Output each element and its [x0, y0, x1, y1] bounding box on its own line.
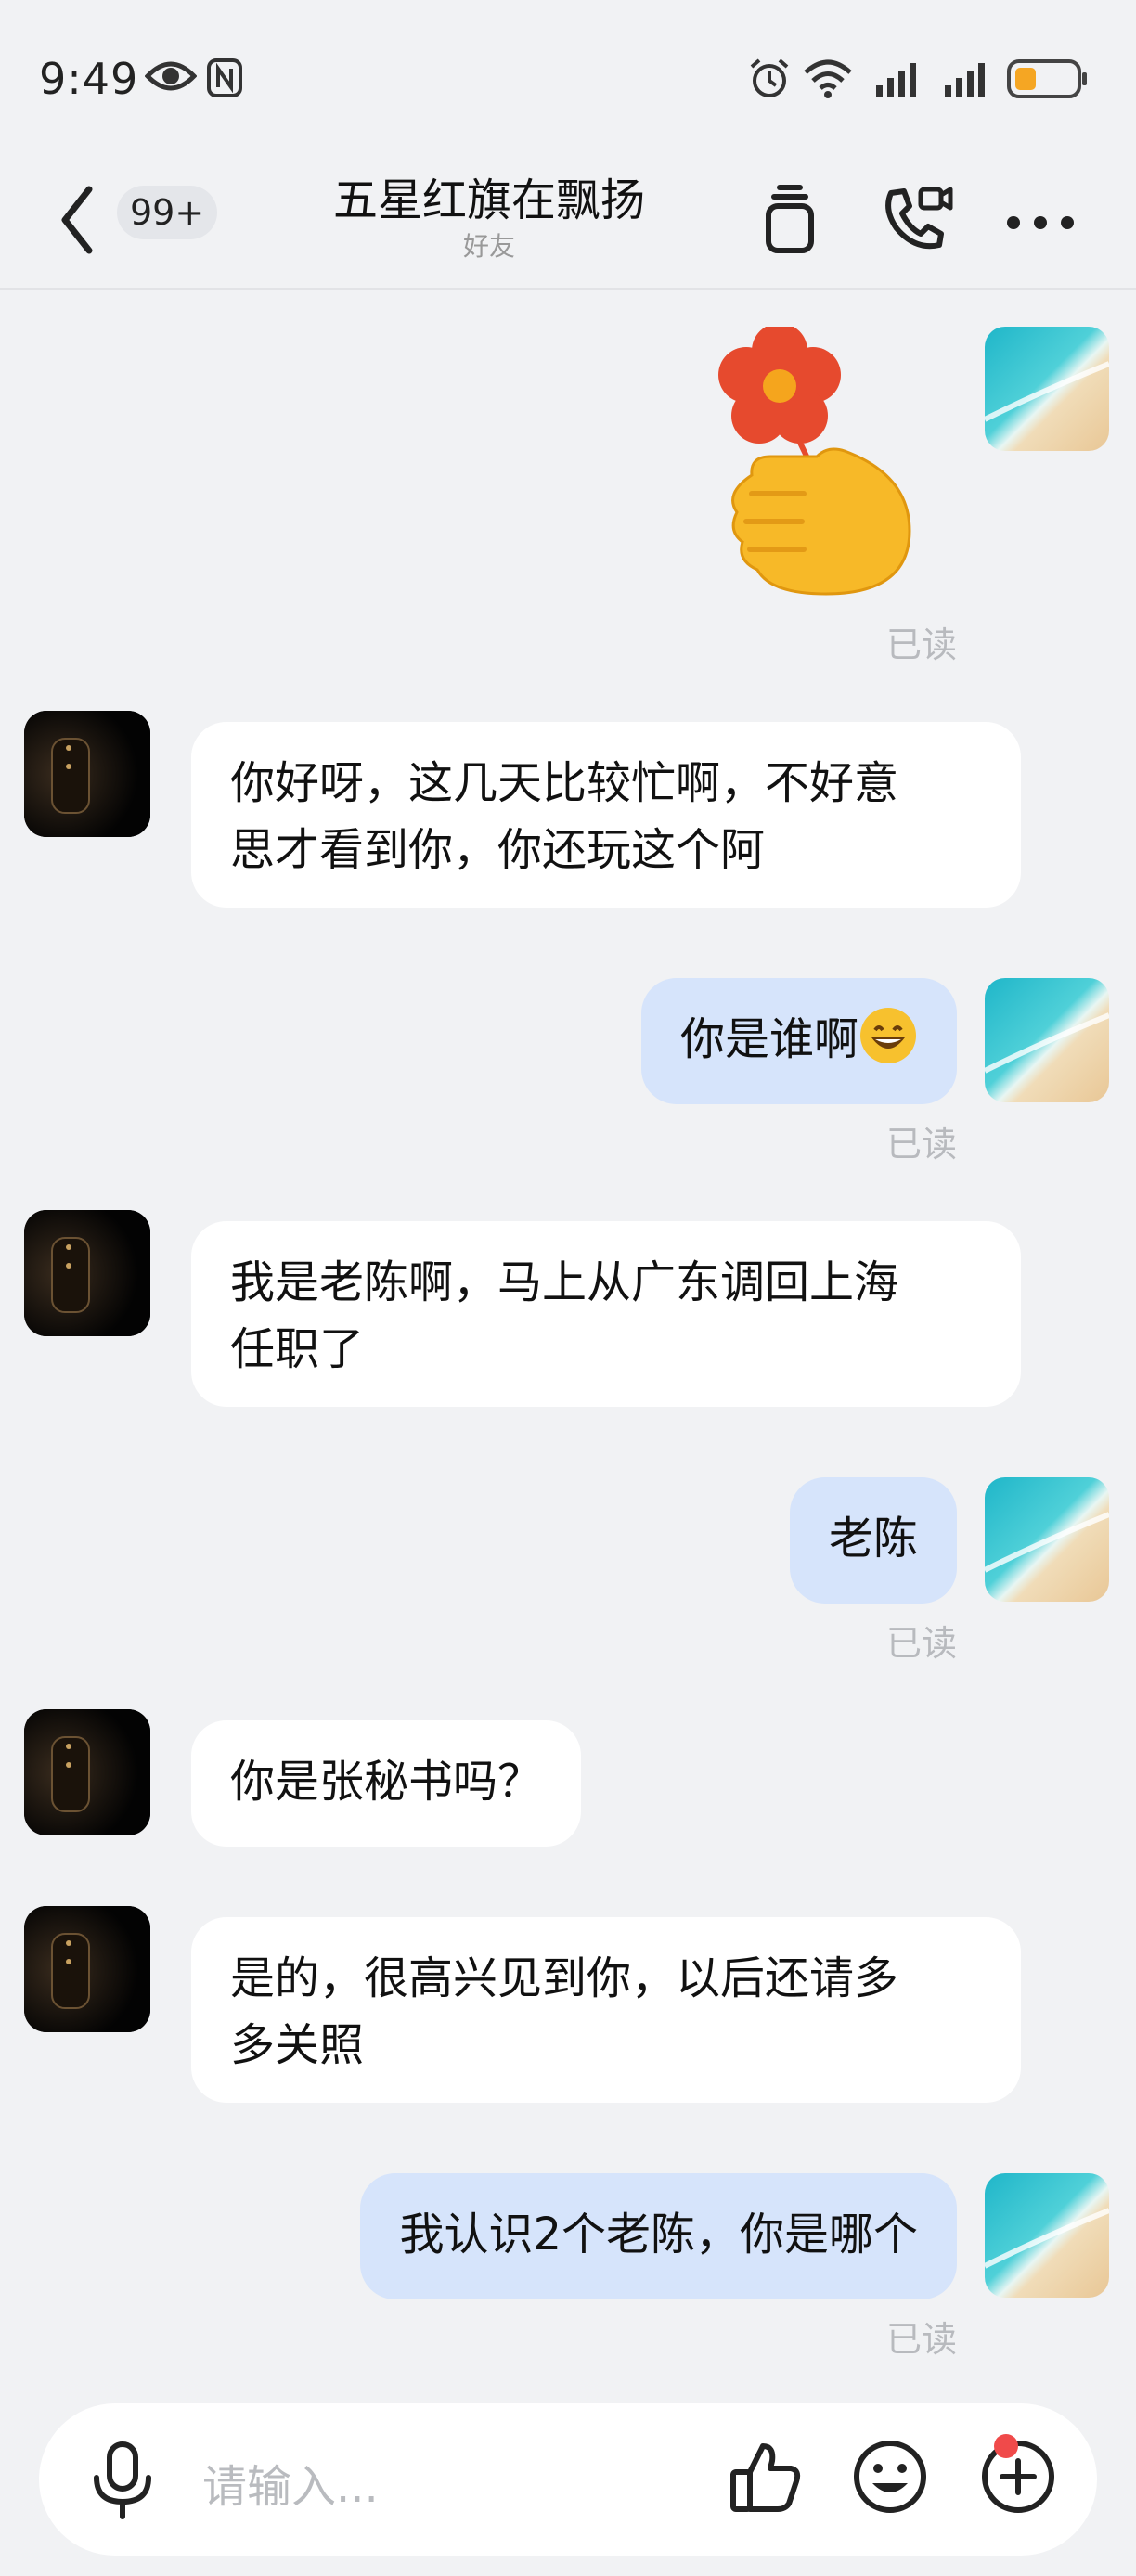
add-icon[interactable] — [978, 2437, 1058, 2517]
message-bubble[interactable]: 你好呀，这几天比较忙啊，不好意 思才看到你，你还玩这个阿 — [191, 722, 1021, 908]
my-avatar[interactable] — [985, 1477, 1109, 1602]
signal-icon — [876, 63, 916, 97]
alarm-icon — [750, 58, 789, 97]
message-bubble[interactable]: 我认识2个老陈，你是哪个 — [360, 2173, 957, 2299]
chat-header: 99+ 五星红旗在飘扬 好友 — [0, 158, 1136, 290]
message-line: 你好呀，这几天比较忙啊，不好意 — [230, 757, 899, 809]
nfc-icon — [207, 58, 242, 97]
contact-avatar[interactable] — [24, 1906, 150, 2032]
message-bubble[interactable]: 你是张秘书吗？ — [191, 1720, 582, 1847]
thumbs-up-icon[interactable] — [726, 2437, 806, 2517]
my-avatar[interactable] — [985, 978, 1109, 1102]
contact-avatar[interactable] — [24, 1210, 150, 1336]
signal-icon-2 — [945, 63, 985, 97]
status-time: 9:49 — [39, 54, 139, 104]
contact-avatar[interactable] — [24, 1709, 150, 1835]
chat-title: 五星红旗在飘扬 — [0, 163, 1136, 228]
wifi-icon — [804, 59, 852, 98]
chat-subtitle-text: 好友 — [462, 231, 515, 262]
message-text: 我认识2个老陈，你是哪个 — [399, 2209, 918, 2260]
message-text: 老陈 — [828, 1513, 918, 1565]
my-avatar[interactable] — [985, 327, 1109, 451]
read-status: 已读 — [885, 2319, 957, 2360]
flower-thumbs-up-sticker[interactable] — [715, 327, 919, 598]
message-line: 任职了 — [230, 1323, 365, 1375]
message-text: 你是谁啊 — [679, 1013, 858, 1065]
call-icon[interactable] — [872, 176, 956, 260]
message-line: 多关照 — [230, 2019, 365, 2071]
read-status: 已读 — [885, 625, 957, 665]
more-icon[interactable] — [999, 176, 1082, 260]
my-avatar[interactable] — [985, 2173, 1109, 2298]
message-text: 你是张秘书吗？ — [230, 1756, 543, 1808]
chat-title-text: 五星红旗在飘扬 — [332, 174, 645, 226]
chat-subtitle: 好友 — [0, 226, 1136, 264]
microphone-icon[interactable] — [87, 2441, 158, 2520]
message-line: 我是老陈啊，马上从广东调回上海 — [230, 1256, 899, 1308]
message-bubble[interactable]: 我是老陈啊，马上从广东调回上海 任职了 — [191, 1221, 1021, 1407]
group-stack-icon[interactable] — [748, 176, 832, 260]
message-bubble[interactable]: 你是谁啊 — [640, 978, 957, 1104]
message-input[interactable]: 请输入... — [202, 2450, 379, 2515]
eye-icon — [145, 61, 197, 91]
notification-dot — [994, 2434, 1018, 2458]
message-input-bar: 请输入... — [39, 2403, 1097, 2556]
read-status: 已读 — [885, 1623, 957, 1664]
read-status: 已读 — [885, 1124, 957, 1165]
contact-avatar[interactable] — [24, 711, 150, 837]
message-bubble[interactable]: 老陈 — [789, 1477, 957, 1604]
grinning-face-emoji — [860, 1008, 916, 1063]
status-bar: 9:49 — [0, 0, 1136, 158]
battery-icon — [1007, 59, 1087, 98]
message-bubble[interactable]: 是的，很高兴见到你，以后还请多 多关照 — [191, 1917, 1021, 2103]
message-line: 思才看到你，你还玩这个阿 — [230, 824, 766, 876]
message-line: 是的，很高兴见到你，以后还请多 — [230, 1952, 899, 2004]
emoji-icon[interactable] — [850, 2437, 930, 2517]
